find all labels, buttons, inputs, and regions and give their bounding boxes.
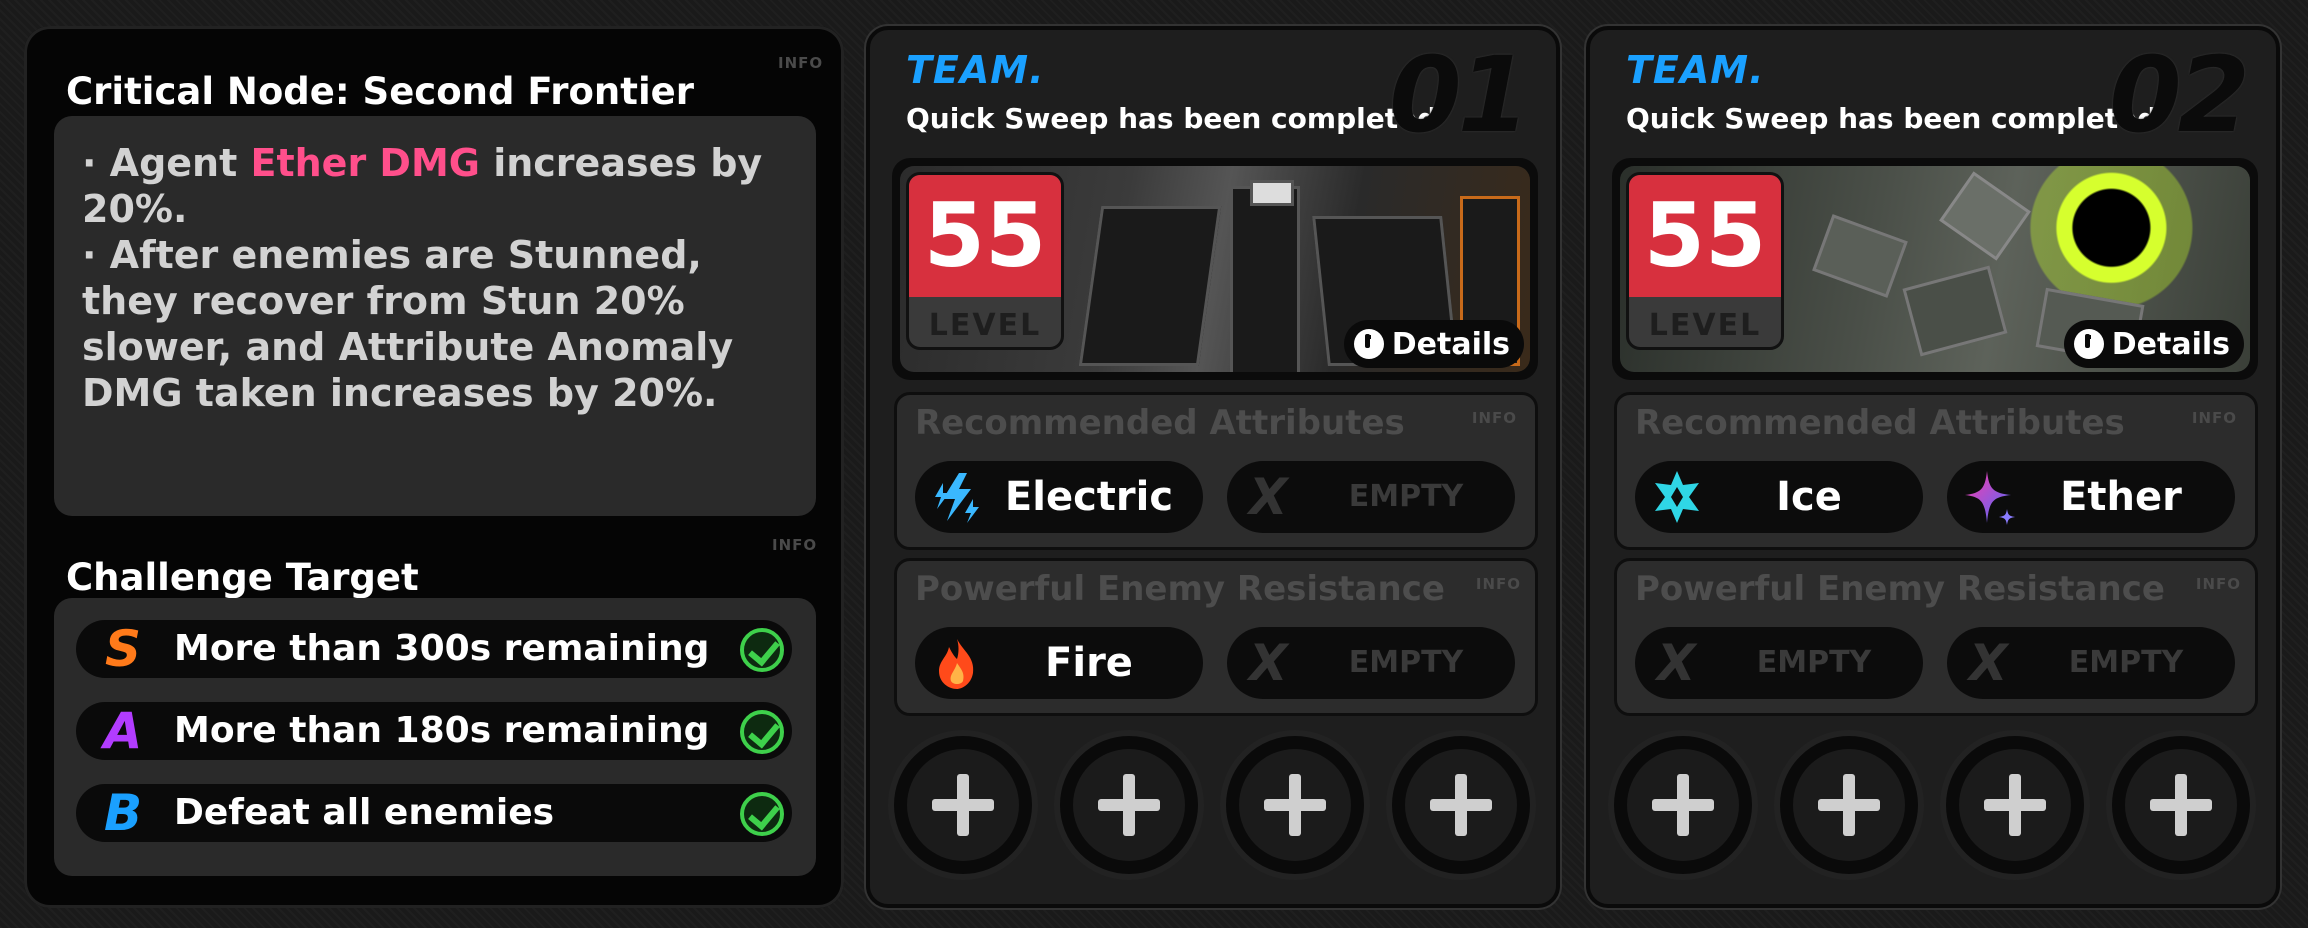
level-number: 55 bbox=[1629, 175, 1781, 297]
enemy-card[interactable]: 55 LEVEL Details bbox=[1612, 158, 2258, 380]
agent-slot-3[interactable] bbox=[1940, 730, 2090, 880]
challenge-list: S More than 300s remaining A More than 1… bbox=[54, 598, 816, 876]
rank-b-icon: B bbox=[103, 784, 143, 842]
team-panel-02: TEAM. Quick Sweep has been completed 02 … bbox=[1586, 26, 2280, 908]
team-status: Quick Sweep has been completed bbox=[906, 102, 1438, 135]
level-label: LEVEL bbox=[1648, 308, 1762, 343]
team-panel-01: TEAM. Quick Sweep has been completed 01 … bbox=[866, 26, 1560, 908]
plus-icon bbox=[1959, 749, 2071, 861]
resistance-empty: X EMPTY bbox=[1635, 627, 1923, 699]
check-icon bbox=[740, 628, 784, 672]
challenge-item-b: B Defeat all enemies bbox=[76, 784, 792, 842]
plus-icon bbox=[1073, 749, 1185, 861]
enemy-resistance: Powerful Enemy Resistance INFO X EMPTY X… bbox=[1614, 558, 2258, 716]
challenge-item-text: Defeat all enemies bbox=[174, 792, 555, 833]
level-label: LEVEL bbox=[928, 308, 1042, 343]
rank-s-icon: S bbox=[104, 620, 141, 678]
details-button[interactable]: Details bbox=[2063, 320, 2244, 368]
res-info-button[interactable]: INFO bbox=[1476, 575, 1521, 593]
agent-slot-2[interactable] bbox=[1054, 730, 1204, 880]
challenge-info-button[interactable]: INFO bbox=[772, 536, 817, 554]
section-title: Recommended Attributes bbox=[1635, 403, 2125, 443]
section-title: Powerful Enemy Resistance bbox=[915, 569, 1445, 609]
attribute-label: EMPTY bbox=[1348, 479, 1464, 514]
rock-shape bbox=[1939, 171, 2031, 261]
resistance-label: Fire bbox=[1045, 640, 1133, 686]
empty-x-icon: X bbox=[1249, 468, 1288, 526]
info-icon bbox=[1353, 329, 1384, 359]
res-info-button[interactable]: INFO bbox=[2196, 575, 2241, 593]
plus-icon bbox=[1627, 749, 1739, 861]
check-icon bbox=[740, 710, 784, 754]
level-number: 55 bbox=[909, 175, 1061, 297]
plus-icon bbox=[1239, 749, 1351, 861]
attribute-label: Ether bbox=[2060, 474, 2182, 520]
rec-info-button[interactable]: INFO bbox=[1472, 409, 1517, 427]
attribute-label: Electric bbox=[1004, 474, 1174, 520]
attribute-empty: X EMPTY bbox=[1227, 461, 1515, 533]
rock-shape bbox=[1812, 214, 1908, 298]
challenge-item-text: More than 300s remaining bbox=[174, 628, 710, 669]
node-description: · Agent Ether DMG increases by 20%. · Af… bbox=[54, 116, 816, 516]
desc-line-1-pre: · Agent bbox=[82, 141, 251, 185]
section-title: Recommended Attributes bbox=[915, 403, 1405, 443]
empty-x-icon: X bbox=[1249, 634, 1288, 692]
team-label: TEAM. bbox=[1626, 48, 1765, 92]
challenge-item-a: A More than 180s remaining bbox=[76, 702, 792, 760]
attribute-label: Ice bbox=[1776, 474, 1842, 520]
resistance-label: EMPTY bbox=[1756, 645, 1872, 680]
critical-node-panel: Critical Node: Second Frontier INFO · Ag… bbox=[24, 26, 844, 908]
plus-icon bbox=[907, 749, 1019, 861]
mech-part bbox=[1078, 206, 1222, 366]
attribute-electric: Electric bbox=[915, 461, 1203, 533]
bangboo-slot[interactable] bbox=[2106, 730, 2256, 880]
recommended-attributes: Recommended Attributes INFO Ice Ether bbox=[1614, 392, 2258, 550]
details-label: Details bbox=[2111, 326, 2230, 362]
mech-part bbox=[1250, 180, 1294, 206]
enemy-card[interactable]: 55 LEVEL Details bbox=[892, 158, 1538, 380]
plus-icon bbox=[1793, 749, 1905, 861]
agent-slot-1[interactable] bbox=[888, 730, 1038, 880]
node-title: Critical Node: Second Frontier bbox=[66, 70, 694, 113]
rank-a-icon: A bbox=[103, 702, 143, 760]
rock-shape bbox=[1902, 265, 2008, 357]
recommended-attributes: Recommended Attributes INFO Electric X E… bbox=[894, 392, 1538, 550]
team-number: 01 bbox=[1389, 34, 1530, 156]
resistance-label: EMPTY bbox=[2068, 645, 2184, 680]
agent-slot-3[interactable] bbox=[1220, 730, 1370, 880]
info-icon bbox=[2073, 329, 2104, 359]
check-icon bbox=[740, 792, 784, 836]
plus-icon bbox=[1405, 749, 1517, 861]
agent-slot-2[interactable] bbox=[1774, 730, 1924, 880]
resistance-empty: X EMPTY bbox=[1947, 627, 2235, 699]
plus-icon bbox=[2125, 749, 2237, 861]
challenge-item-text: More than 180s remaining bbox=[174, 710, 710, 751]
enemy-resistance: Powerful Enemy Resistance INFO Fire X EM… bbox=[894, 558, 1538, 716]
team-number: 02 bbox=[2109, 34, 2250, 156]
team-status: Quick Sweep has been completed bbox=[1626, 102, 2158, 135]
node-info-button[interactable]: INFO bbox=[778, 54, 823, 72]
resistance-fire: Fire bbox=[915, 627, 1203, 699]
rec-info-button[interactable]: INFO bbox=[2192, 409, 2237, 427]
attribute-ether: Ether bbox=[1947, 461, 2235, 533]
ether-dmg-highlight: Ether DMG bbox=[250, 141, 480, 185]
desc-line-1: · Agent Ether DMG increases by 20%. bbox=[82, 140, 788, 232]
mech-part bbox=[1230, 186, 1300, 372]
agent-slot-1[interactable] bbox=[1608, 730, 1758, 880]
team-label: TEAM. bbox=[906, 48, 1045, 92]
empty-x-icon: X bbox=[1657, 634, 1696, 692]
resistance-empty: X EMPTY bbox=[1227, 627, 1515, 699]
details-label: Details bbox=[1391, 326, 1510, 362]
details-button[interactable]: Details bbox=[1343, 320, 1524, 368]
empty-x-icon: X bbox=[1969, 634, 2008, 692]
attribute-ice: Ice bbox=[1635, 461, 1923, 533]
resistance-label: EMPTY bbox=[1348, 645, 1464, 680]
bangboo-slot[interactable] bbox=[1386, 730, 1536, 880]
desc-line-2: · After enemies are Stunned, they recove… bbox=[82, 233, 734, 415]
section-title: Powerful Enemy Resistance bbox=[1635, 569, 2165, 609]
challenge-title: Challenge Target bbox=[66, 556, 419, 599]
level-badge: 55 LEVEL bbox=[906, 172, 1064, 350]
challenge-item-s: S More than 300s remaining bbox=[76, 620, 792, 678]
level-badge: 55 LEVEL bbox=[1626, 172, 1784, 350]
